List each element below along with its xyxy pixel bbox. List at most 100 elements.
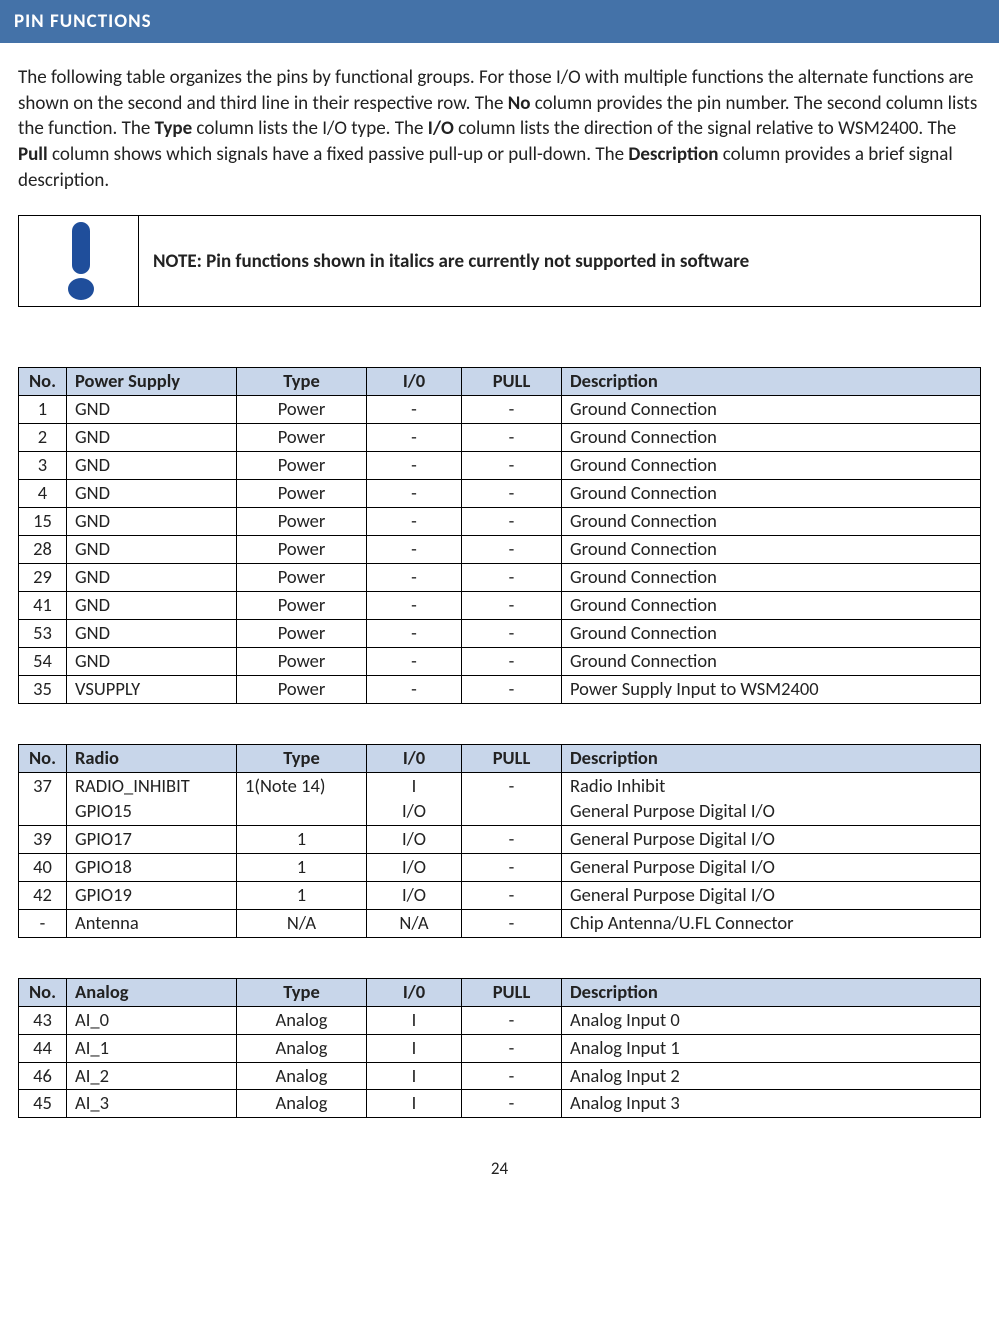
cell-pull: - [462,1062,562,1090]
cell-no: 54 [19,647,67,675]
cell-type: Analog [237,1090,367,1118]
note-box: NOTE: Pin functions shown in italics are… [18,215,981,307]
cell-pull: - [462,591,562,619]
cell-name: GPIO17 [67,825,237,853]
page-number: 24 [18,1158,981,1179]
table-row: 4GNDPower--Ground Connection [19,480,981,508]
table-row: 41GNDPower--Ground Connection [19,591,981,619]
col-header-name: Power Supply [67,368,237,396]
cell-name: GND [67,396,237,424]
cell-pull: - [462,563,562,591]
col-header-pull: PULL [462,978,562,1006]
cell-pull: - [462,647,562,675]
table-row: 29GNDPower--Ground Connection [19,563,981,591]
table-row: -AntennaN/AN/A-Chip Antenna/U.FL Connect… [19,909,981,937]
cell-desc: Ground Connection [562,647,981,675]
cell-pull: - [462,675,562,703]
cell-no: 40 [19,853,67,881]
cell-io: - [367,619,462,647]
cell-no: 3 [19,452,67,480]
cell-name: RADIO_INHIBIT GPIO15 [67,772,237,825]
col-header-io: I/0 [367,978,462,1006]
cell-type: Analog [237,1062,367,1090]
table-row: 37RADIO_INHIBIT GPIO151(Note 14)I I/O-Ra… [19,772,981,825]
cell-io: - [367,424,462,452]
cell-io: I [367,1034,462,1062]
cell-name: GND [67,591,237,619]
cell-desc: General Purpose Digital I/O [562,825,981,853]
table-row: 54GNDPower--Ground Connection [19,647,981,675]
cell-no: 28 [19,536,67,564]
pin-table-2: No.AnalogTypeI/0PULLDescription43AI_0Ana… [18,978,981,1119]
cell-desc: Radio Inhibit General Purpose Digital I/… [562,772,981,825]
cell-pull: - [462,909,562,937]
col-header-desc: Description [562,368,981,396]
cell-desc: General Purpose Digital I/O [562,853,981,881]
cell-desc: Analog Input 2 [562,1062,981,1090]
cell-type: 1 [237,853,367,881]
table-row: 45AI_3AnalogI-Analog Input 3 [19,1090,981,1118]
cell-pull: - [462,396,562,424]
cell-name: AI_3 [67,1090,237,1118]
cell-type: 1(Note 14) [237,772,367,825]
col-header-name: Analog [67,978,237,1006]
table-row: 46AI_2AnalogI-Analog Input 2 [19,1062,981,1090]
cell-name: GND [67,536,237,564]
cell-type: Power [237,480,367,508]
col-header-type: Type [237,744,367,772]
cell-no: - [19,909,67,937]
cell-desc: Ground Connection [562,452,981,480]
intro-bold-type: Type [155,117,193,140]
cell-type: Power [237,536,367,564]
cell-desc: Ground Connection [562,591,981,619]
cell-desc: Power Supply Input to WSM2400 [562,675,981,703]
cell-desc: Ground Connection [562,424,981,452]
cell-io: I I/O [367,772,462,825]
intro-bold-pull: Pull [18,143,48,166]
cell-pull: - [462,480,562,508]
cell-desc: Ground Connection [562,396,981,424]
cell-no: 15 [19,508,67,536]
pin-table-0: No.Power SupplyTypeI/0PULLDescription1GN… [18,367,981,704]
cell-io: I [367,1062,462,1090]
cell-name: GND [67,480,237,508]
cell-no: 39 [19,825,67,853]
cell-name: GND [67,563,237,591]
col-header-io: I/0 [367,744,462,772]
cell-pull: - [462,619,562,647]
cell-name: Antenna [67,909,237,937]
cell-no: 42 [19,881,67,909]
cell-name: VSUPPLY [67,675,237,703]
cell-type: Power [237,424,367,452]
cell-name: GPIO19 [67,881,237,909]
table-row: 1GNDPower--Ground Connection [19,396,981,424]
cell-io: I/O [367,825,462,853]
cell-pull: - [462,536,562,564]
cell-pull: - [462,772,562,825]
cell-desc: Analog Input 3 [562,1090,981,1118]
cell-pull: - [462,881,562,909]
note-icon-cell [19,216,139,306]
cell-pull: - [462,452,562,480]
intro-text-8: column shows which signals have a fixed … [48,143,629,166]
note-text: NOTE: Pin functions shown in italics are… [139,216,980,306]
cell-name: GPIO18 [67,853,237,881]
cell-pull: - [462,424,562,452]
table-row: 40GPIO181I/O-General Purpose Digital I/O [19,853,981,881]
section-banner: PIN FUNCTIONS [0,0,999,43]
cell-name: AI_2 [67,1062,237,1090]
cell-pull: - [462,1034,562,1062]
cell-no: 46 [19,1062,67,1090]
cell-io: - [367,396,462,424]
cell-name: GND [67,424,237,452]
cell-no: 35 [19,675,67,703]
cell-name: GND [67,508,237,536]
cell-type: Power [237,591,367,619]
pin-table-1: No.RadioTypeI/0PULLDescription37RADIO_IN… [18,744,981,938]
table-row: 2GNDPower--Ground Connection [19,424,981,452]
cell-type: Power [237,675,367,703]
cell-no: 29 [19,563,67,591]
intro-paragraph: The following table organizes the pins b… [18,65,981,193]
cell-name: GND [67,452,237,480]
cell-desc: Ground Connection [562,508,981,536]
